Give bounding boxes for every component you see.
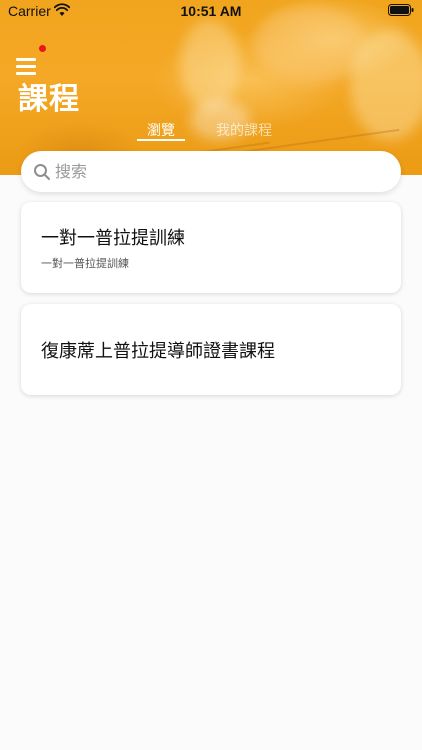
battery-icon bbox=[388, 4, 414, 16]
page-title: 課程 bbox=[18, 82, 80, 117]
tab-browse[interactable]: 瀏覽 bbox=[137, 120, 185, 140]
search-bar[interactable] bbox=[21, 151, 401, 192]
hamburger-menu-icon bbox=[16, 65, 36, 68]
hamburger-menu-icon bbox=[16, 58, 36, 61]
search-icon bbox=[34, 164, 50, 180]
banner-photo-blur bbox=[350, 30, 422, 140]
status-bar: Carrier 10:51 AM bbox=[0, 0, 422, 22]
search-input[interactable] bbox=[55, 151, 385, 192]
course-subtitle: 一對一普拉提訓練 bbox=[41, 257, 129, 270]
course-card[interactable]: 復康蓆上普拉提導師證書課程 bbox=[21, 304, 401, 395]
course-title: 一對一普拉提訓練 bbox=[41, 228, 185, 249]
header-banner: Carrier 10:51 AM 課程 瀏覽 我的課程 bbox=[0, 0, 422, 175]
clock: 10:51 AM bbox=[180, 3, 242, 19]
active-tab-indicator bbox=[137, 139, 185, 141]
course-card[interactable]: 一對一普拉提訓練 一對一普拉提訓練 bbox=[21, 202, 401, 293]
tab-my-courses[interactable]: 我的課程 bbox=[216, 120, 272, 140]
notification-dot bbox=[39, 45, 46, 52]
banner-photo-blur bbox=[180, 20, 240, 110]
course-title: 復康蓆上普拉提導師證書課程 bbox=[41, 341, 275, 362]
